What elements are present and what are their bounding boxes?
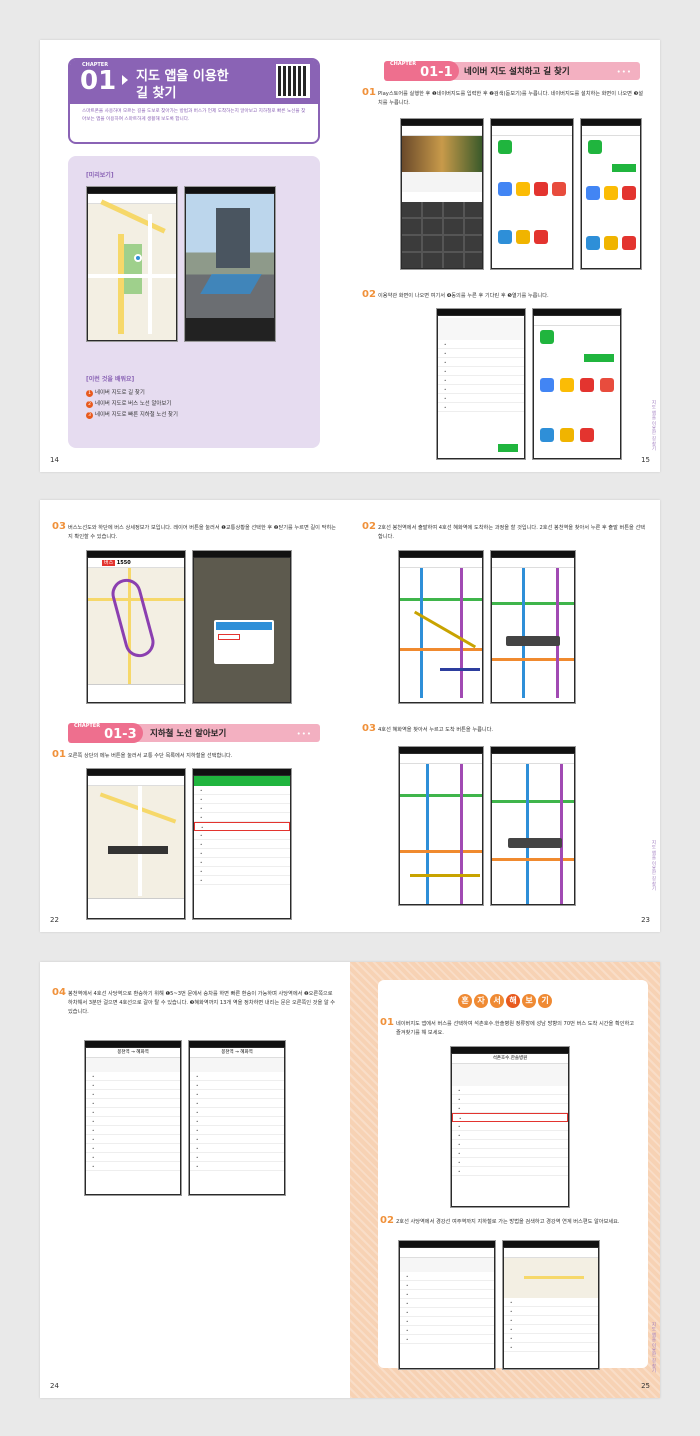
phone-bus-route: 버스 1550 — [86, 550, 186, 704]
self-practice-title: 혼자서해보기 — [350, 988, 660, 1008]
phone-bus-map — [86, 768, 186, 920]
learn-item: 3 네이버 지도로 빠른 지하철 노선 찾기 — [86, 410, 178, 421]
step-3: 03 4호선 혜화역을 찾아서 누르고 도착 버튼을 누릅니다. — [362, 723, 494, 734]
phone-playstore-results — [490, 118, 574, 270]
phone-route-2: 봉천역 → 혜화역 • • • • • • • • • • • — [188, 1040, 286, 1196]
learn-item: 2 네이버 지도로 버스 노선 알아보기 — [86, 399, 178, 410]
step-1: 01 Play스토어를 실행한 후 ❶네이버지도를 입력한 후 ❷검색(돋보기)… — [362, 87, 644, 107]
chapter-title-2: 길 찾기 — [136, 86, 177, 101]
phone-menu: • • • • • • • • • • • — [192, 768, 292, 920]
phone-playstore-search — [400, 118, 484, 270]
chapter-header: CHAPTER 01 지도 앱을 이용한 길 찾기 스마트폰을 사용하며 모르는… — [68, 58, 320, 144]
page-15: CHAPTER01-1 네이버 지도 설치하고 길 찾기 ••• 01 Play… — [350, 40, 660, 472]
page-22: 03 버스노선도와 하단에 버스 상세정보가 보입니다. 레이어 버튼을 눌러서… — [40, 500, 350, 932]
phone-yeoju-map: • • • • • • — [502, 1240, 600, 1370]
side-text: 지도 앱을 이용한 길 찾기 — [651, 1322, 656, 1373]
preview-label: [미리보기] — [86, 172, 114, 179]
triangle-icon — [122, 75, 128, 85]
preview-box: [미리보기] [이런 것을 배워요] 1 네이버 지도로 길 찾기 2 네이버 … — [68, 156, 320, 448]
page-number: 23 — [641, 916, 650, 924]
dots-icon: ••• — [296, 730, 312, 738]
phone-bus-stop: 석촌호수.한솔병원 • • • • • • • • • • — [450, 1046, 570, 1208]
step-3: 03 버스노선도와 하단에 버스 상세정보가 보입니다. 레이어 버튼을 눌러서… — [52, 521, 336, 541]
phone-layers — [192, 550, 292, 704]
qr-code-icon — [276, 64, 310, 98]
step-2: 02 2호선 사당역에서 경강선 여주역까지 지하철로 가는 방법을 검색하고 … — [380, 1215, 620, 1226]
spread-3: 04 봉천역에서 4호선 사당역으로 환승하기 위해 ❶5~3번 문에서 승차를… — [40, 962, 660, 1398]
preview-phone-map — [86, 186, 178, 342]
chapter-number: 01 — [80, 66, 117, 96]
chapter-label: CHAPTER — [390, 61, 417, 67]
page-number: 14 — [50, 456, 59, 464]
phone-route-yeoju: • • • • • • • • — [398, 1240, 496, 1370]
phone-subway-3 — [398, 746, 484, 906]
chapter-intro: 스마트폰을 사용하며 모르는 길을 도보로 찾아가는 방법과 버스가 언제 도착… — [82, 109, 306, 122]
step-2: 02 2호선 봉천역에서 출발하여 4호선 혜화역에 도착하는 과정을 할 것입… — [362, 521, 646, 541]
spread-2: 03 버스노선도와 하단에 버스 상세정보가 보입니다. 레이어 버튼을 눌러서… — [40, 500, 660, 932]
step-1: 01 네이버지도 앱에서 버스를 선택하여 석촌호수.한솔병원 정류장에 성남 … — [380, 1017, 635, 1037]
page-number: 22 — [50, 916, 59, 924]
route-title: 봉천역 → 혜화역 — [86, 1048, 180, 1058]
page-14: CHAPTER 01 지도 앱을 이용한 길 찾기 스마트폰을 사용하며 모르는… — [40, 40, 350, 472]
phone-terms: • • • • • • • • — [436, 308, 526, 460]
phone-open — [532, 308, 622, 460]
phone-install — [580, 118, 642, 270]
chapter-number: 01-3 — [104, 727, 137, 742]
phone-route-1: 봉천역 → 혜화역 • • • • • • • • • • • — [84, 1040, 182, 1196]
page-number: 25 — [641, 1382, 650, 1390]
spread-1: CHAPTER 01 지도 앱을 이용한 길 찾기 스마트폰을 사용하며 모르는… — [40, 40, 660, 472]
bus-number: 1550 — [116, 560, 131, 566]
learn-list: 1 네이버 지도로 길 찾기 2 네이버 지도로 버스 노선 알아보기 3 네이버 지… — [86, 388, 178, 421]
page-24: 04 봉천역에서 4호선 사당역으로 환승하기 위해 ❶5~3번 문에서 승차를… — [40, 962, 350, 1398]
chapter-band: CHAPTER01-3 지하철 노선 알아보기 ••• — [68, 723, 320, 743]
chapter-label: CHAPTER — [74, 723, 101, 729]
chapter-title: 네이버 지도 설치하고 길 찾기 — [464, 67, 570, 77]
page-number: 24 — [50, 1382, 59, 1390]
step-4: 04 봉천역에서 4호선 사당역으로 환승하기 위해 ❶5~3번 문에서 승차를… — [52, 987, 336, 1016]
step-1: 01 오른쪽 상단의 메뉴 버튼을 눌러서 교통 수단 목록에서 지하철을 선택… — [52, 749, 233, 760]
phone-subway-1 — [398, 550, 484, 704]
phone-subway-4 — [490, 746, 576, 906]
stop-name: 석촌호수.한솔병원 — [452, 1054, 568, 1064]
learn-label: [이런 것을 배워요] — [86, 376, 135, 383]
phone-subway-2 — [490, 550, 576, 704]
step-2: 02 이용약관 화면이 나오면 여기서 ❹동의를 누른 후 기다린 후 ❺열기를… — [362, 289, 549, 300]
chapter-title: 지하철 노선 알아보기 — [150, 729, 227, 739]
chapter-number: 01-1 — [420, 65, 453, 80]
page-number: 15 — [641, 456, 650, 464]
side-text: 지도 앱을 이용한 길 찾기 — [651, 400, 656, 451]
learn-item: 1 네이버 지도로 길 찾기 — [86, 388, 178, 399]
page-25: 혼자서해보기 01 네이버지도 앱에서 버스를 선택하여 석촌호수.한솔병원 정… — [350, 962, 660, 1398]
page-23: 02 2호선 봉천역에서 출발하여 4호선 혜화역에 도착하는 과정을 할 것입… — [350, 500, 660, 932]
chapter-band: CHAPTER01-1 네이버 지도 설치하고 길 찾기 ••• — [384, 61, 640, 81]
side-text: 지도 앱을 이용한 길 찾기 — [651, 840, 656, 891]
dots-icon: ••• — [616, 68, 632, 76]
preview-phone-street — [184, 186, 276, 342]
